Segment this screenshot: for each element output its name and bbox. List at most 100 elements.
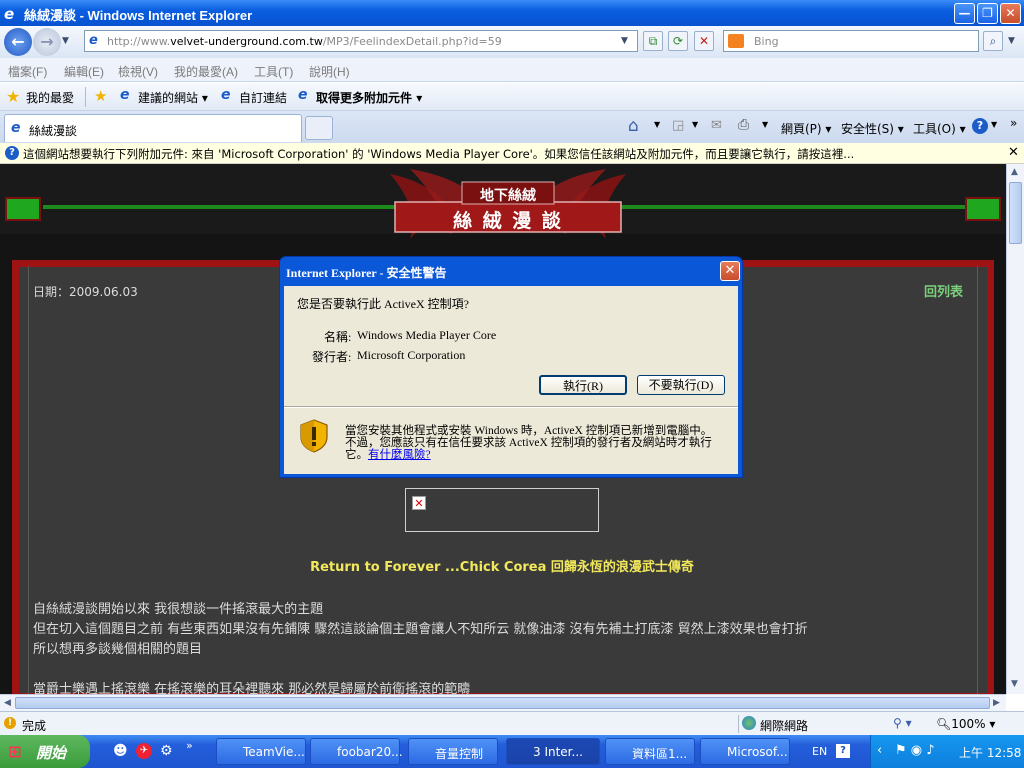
info-icon: ? <box>5 146 19 160</box>
scroll-down-icon[interactable]: ▼ <box>1011 679 1018 689</box>
stop-icon[interactable]: ✕ <box>694 31 714 51</box>
window-title: 絲絨漫談 - Windows Internet Explorer <box>24 8 253 23</box>
infobar-close-icon[interactable]: ✕ <box>1008 145 1019 160</box>
compatibility-view-icon[interactable]: ⧉ <box>643 31 663 51</box>
clock[interactable]: 上午 12:58 <box>959 744 1021 761</box>
zoom-level[interactable]: 🔍︎100% ▾ <box>936 717 995 731</box>
search-options-icon[interactable]: ▼ <box>1008 36 1015 46</box>
dont-run-button[interactable]: 不要執行(D) <box>637 375 725 395</box>
menu-edit[interactable]: 編輯(E) <box>64 63 104 80</box>
taskbar-item-volume[interactable]: 音量控制 <box>408 738 498 765</box>
favorites-button[interactable]: 我的最愛 <box>26 89 74 106</box>
vertical-scrollbar[interactable]: ▲ ▼ <box>1006 164 1024 694</box>
suggested-sites-link[interactable]: 建議的網站 ▾ <box>138 89 208 106</box>
dialog-question: 您是否要執行此 ActiveX 控制項? <box>297 297 469 311</box>
protected-mode-icon[interactable]: ⚲ ▾ <box>893 716 912 730</box>
menu-tools[interactable]: 工具(T) <box>254 63 293 80</box>
tab-current[interactable]: e 絲絨漫談 <box>4 114 302 142</box>
print-dropdown-icon[interactable]: ▼ <box>762 120 768 129</box>
divider <box>738 715 739 733</box>
search-input[interactable]: Bing <box>723 30 979 52</box>
back-to-list-link[interactable]: 回列表 <box>924 281 963 300</box>
paragraph-line: 所以想再多談幾個相關的題目 <box>33 642 203 657</box>
menu-bar: 檔案(F) 編輯(E) 檢視(V) 我的最愛(A) 工具(T) 說明(H) <box>0 58 1024 82</box>
quicklaunch-icon[interactable]: ✈ <box>136 743 152 759</box>
header-green-block-left <box>5 197 41 221</box>
risk-link[interactable]: 有什麼風險? <box>368 449 431 461</box>
new-tab-button[interactable] <box>305 116 333 140</box>
home-dropdown-icon[interactable]: ▼ <box>654 120 660 129</box>
menu-file[interactable]: 檔案(F) <box>8 63 47 80</box>
get-addons-link[interactable]: 取得更多附加元件 ▾ <box>316 89 422 106</box>
article-headline: Return to Forever ...Chick Corea 回歸永恆的浪漫… <box>310 560 694 575</box>
minimize-button[interactable]: — <box>954 3 975 24</box>
maximize-button[interactable]: ❐ <box>977 3 998 24</box>
language-indicator[interactable]: EN <box>812 745 827 758</box>
run-button[interactable]: 執行(R) <box>539 375 627 395</box>
security-zone[interactable]: 網際網路 <box>760 717 808 734</box>
help-icon[interactable]: ? <box>836 744 850 758</box>
start-button[interactable]: ⊞ 開始 <box>0 735 90 768</box>
scroll-left-icon[interactable]: ◀ <box>4 698 11 708</box>
publisher-label: 發行者: <box>312 350 352 364</box>
taskbar: ⊞ 開始 ☻ ✈ ⚙ » TeamVie... foobar20... 音量控制… <box>0 735 1024 768</box>
taskbar-item-foobar[interactable]: foobar20... <box>310 738 403 765</box>
information-bar[interactable]: ? 這個網站想要執行下列附加元件: 來自 'Microsoft Corporat… <box>0 143 1024 164</box>
status-text: 完成 <box>22 719 47 733</box>
search-icon[interactable]: ⌕ <box>983 31 1003 51</box>
menu-help[interactable]: 說明(H) <box>309 63 350 80</box>
feeds-icon[interactable]: ◲ <box>672 118 684 133</box>
print-icon[interactable]: ⎙ <box>738 117 749 133</box>
taskbar-item-teamviewer[interactable]: TeamVie... <box>216 738 306 765</box>
page-menu[interactable]: 網頁(P) ▾ <box>781 120 831 137</box>
quicklaunch-icon[interactable]: ⚙ <box>160 743 173 759</box>
vertical-scroll-thumb[interactable] <box>1009 182 1022 244</box>
security-warning-dialog: Internet Explorer - 安全性警告 ✕ 您是否要執行此 Acti… <box>279 256 743 478</box>
help-icon[interactable]: ? <box>972 118 988 134</box>
forward-button[interactable]: → <box>33 28 61 56</box>
tools-menu[interactable]: 工具(O) ▾ <box>913 120 966 137</box>
tray-icons[interactable]: ⚑ ◉ ♪ <box>895 743 935 758</box>
warning-icon[interactable]: ! <box>4 717 16 729</box>
horizontal-scrollbar[interactable]: ◀ ▶ <box>0 694 1006 711</box>
back-button[interactable]: ← <box>4 28 32 56</box>
taskbar-item-word[interactable]: Microsof... <box>700 738 790 765</box>
quicklaunch-more-icon[interactable]: » <box>186 739 193 752</box>
home-icon[interactable]: ⌂ <box>628 116 639 136</box>
close-window-button[interactable]: ✕ <box>1000 3 1021 24</box>
refresh-icon[interactable]: ⟳ <box>668 31 688 51</box>
scroll-right-icon[interactable]: ▶ <box>993 698 1000 708</box>
menu-favorites[interactable]: 我的最愛(A) <box>174 63 238 80</box>
quicklaunch-icon[interactable]: ☻ <box>113 743 128 759</box>
custom-links-link[interactable]: 自訂連結 <box>239 89 287 106</box>
help-dropdown-icon[interactable]: ▼ <box>991 120 997 129</box>
feeds-dropdown-icon[interactable]: ▼ <box>692 120 698 129</box>
page-icon: e <box>221 87 231 103</box>
address-url: http://www.velvet-underground.com.tw/MP3… <box>107 35 502 48</box>
scroll-up-icon[interactable]: ▲ <box>1011 167 1018 177</box>
safety-menu[interactable]: 安全性(S) ▾ <box>841 120 904 137</box>
add-favorite-icon[interactable]: ★ <box>94 87 107 105</box>
shield-warning-icon <box>300 419 328 453</box>
mail-icon[interactable]: ✉ <box>711 118 722 133</box>
history-dropdown-icon[interactable]: ▼ <box>62 36 69 46</box>
taskbar-item-ie[interactable]: 3 Inter... <box>506 738 600 765</box>
banner-subtitle: 地下絲絨 <box>480 188 536 204</box>
paragraph-line: 但在切入這個題目之前 有些東西如果沒有先鋪陳 驟然這談論個主題會讓人不知所云 就… <box>33 622 808 637</box>
banner-title: 絲 絨 漫 談 <box>453 210 563 232</box>
globe-icon <box>742 716 756 730</box>
menu-view[interactable]: 檢視(V) <box>118 63 158 80</box>
address-bar[interactable]: e http://www.velvet-underground.com.tw/M… <box>84 30 638 52</box>
star-icon: ★ <box>6 87 21 106</box>
name-value: Windows Media Player Core <box>357 328 497 342</box>
dialog-close-button[interactable]: ✕ <box>720 261 740 281</box>
paragraph-line: 自絲絨漫談開始以來 我很想談一件搖滾最大的主題 <box>33 602 324 617</box>
taskbar-item-folder[interactable]: 資料區1... <box>605 738 695 765</box>
horizontal-scroll-thumb[interactable] <box>15 697 990 709</box>
ie-logo-icon: e <box>4 5 15 23</box>
more-tools-icon[interactable]: » <box>1010 116 1017 130</box>
tray-expand-icon[interactable]: ‹ <box>877 743 882 758</box>
address-dropdown-icon[interactable]: ▼ <box>621 36 628 46</box>
broken-image-icon: ✕ <box>412 496 426 510</box>
page-icon: e <box>298 87 308 103</box>
